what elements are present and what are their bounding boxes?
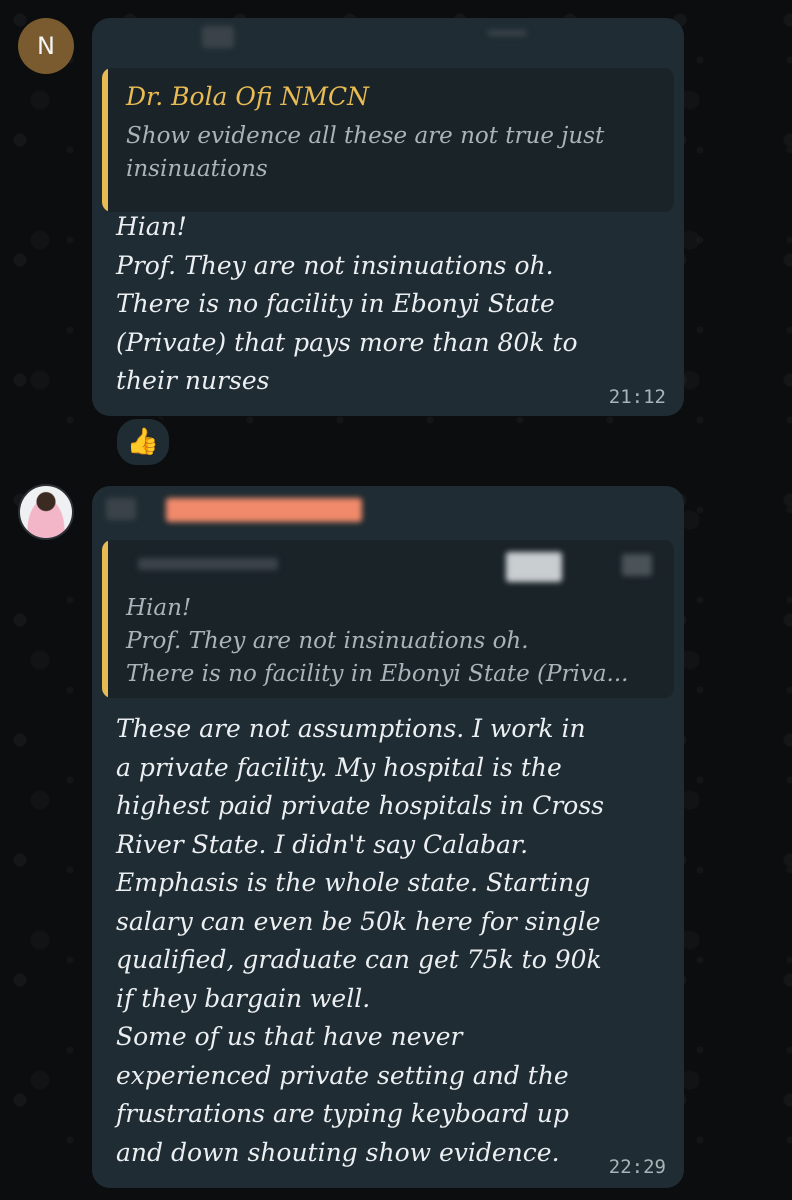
avatar[interactable] [18, 484, 74, 540]
message-time: 22:29 [608, 1156, 666, 1178]
quote-author: Dr. Bola Ofi NMCN [126, 82, 370, 111]
message-text: Hian! Prof. They are not insinuations oh… [116, 212, 578, 395]
message-bubble[interactable]: Dr. Bola Ofi NMCN Show evidence all thes… [92, 18, 684, 416]
quote-author-redacted [138, 558, 278, 570]
message-time: 21:12 [608, 386, 666, 408]
quote-author-redacted [506, 552, 562, 582]
sender-name-redacted [487, 30, 527, 36]
thumbs-up-reaction-icon[interactable]: 👍 [114, 416, 172, 468]
quoted-message[interactable]: Dr. Bola Ofi NMCN Show evidence all thes… [102, 68, 674, 212]
quote-author-redacted [622, 554, 652, 576]
message-bubble[interactable]: Hian! Prof. They are not insinuations oh… [92, 486, 684, 1188]
avatar-letter: N [37, 32, 55, 60]
sender-name-redacted [166, 498, 362, 522]
quote-bar [102, 68, 108, 212]
quote-text: Hian! Prof. They are not insinuations oh… [126, 595, 629, 687]
quote-text: Show evidence all these are not true jus… [126, 123, 605, 182]
quoted-message[interactable]: Hian! Prof. They are not insinuations oh… [102, 540, 674, 698]
message-text: These are not assumptions. I work in a p… [116, 714, 604, 1167]
quote-bar [102, 540, 108, 698]
avatar[interactable]: N [18, 18, 74, 74]
sender-name-redacted [106, 498, 136, 520]
sender-name-redacted [202, 26, 234, 48]
